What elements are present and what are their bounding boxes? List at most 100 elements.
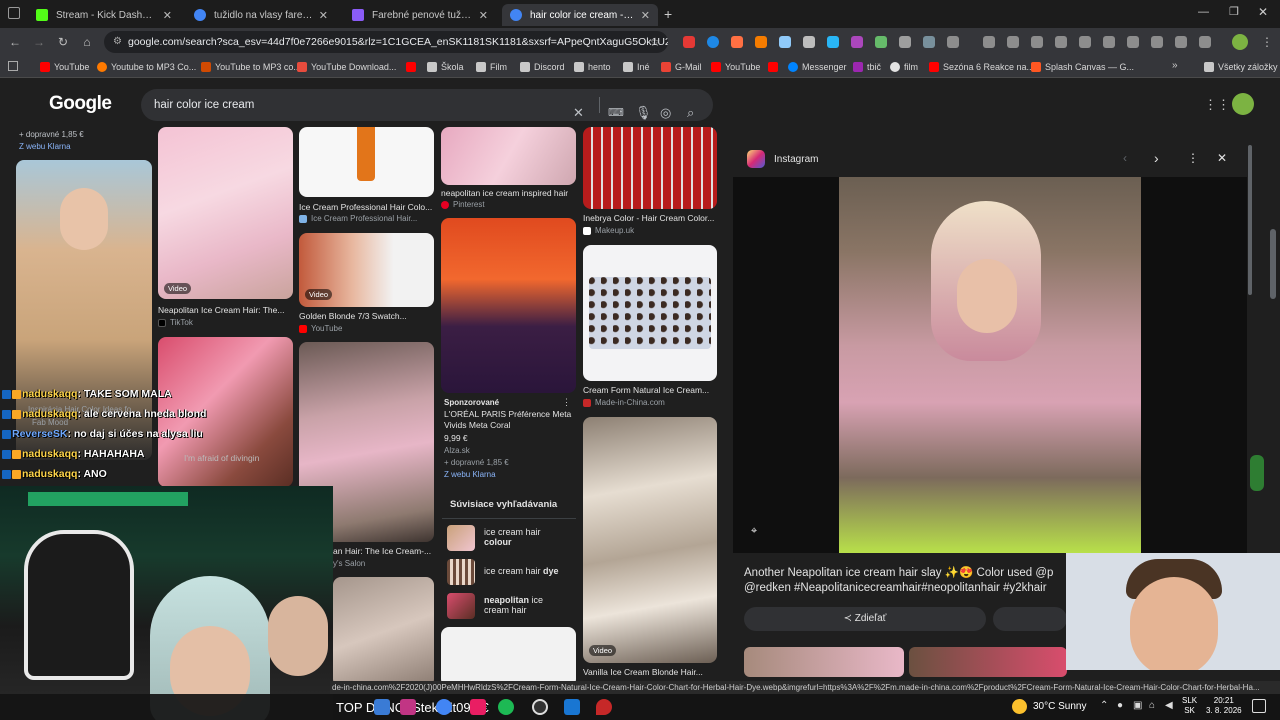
close-window-button[interactable]: ✕ [1258, 5, 1268, 19]
result-image[interactable] [158, 127, 293, 299]
bookmark-star-icon[interactable]: ☆ [646, 33, 664, 51]
keyboard-icon[interactable]: ⌨ [608, 97, 624, 129]
klarna-link[interactable]: Z webu Klarna [19, 142, 71, 151]
tray-icon[interactable]: ▣ [1133, 700, 1142, 711]
extension-icon[interactable] [899, 36, 911, 48]
result-image[interactable] [441, 127, 576, 185]
result-title[interactable]: Vanilla Ice Cream Blonde Hair... [583, 667, 717, 677]
close-icon[interactable]: ✕ [163, 9, 172, 22]
apps-grid-icon[interactable] [8, 61, 18, 71]
chrome-icon[interactable] [436, 699, 452, 715]
result-image[interactable] [441, 218, 576, 393]
page-scrollbar[interactable] [1270, 229, 1276, 299]
extension-icon[interactable] [851, 36, 863, 48]
search-icon[interactable]: ⌕ [687, 97, 694, 129]
folder-discord[interactable]: Discord [520, 59, 565, 75]
related-image[interactable] [744, 647, 904, 677]
tab-active-search[interactable]: hair color ice cream - Hľadať Go ✕ [502, 4, 658, 26]
taskbar-app-icon[interactable] [374, 699, 390, 715]
lens-icon[interactable]: ◎ [660, 97, 671, 129]
all-bookmarks-folder[interactable]: Všetky záložky [1204, 59, 1278, 75]
result-title[interactable]: neapolitan ice cream inspired hair [441, 188, 576, 198]
tab-venita[interactable]: Farebné penové tužidlo Venita ✕ [344, 4, 496, 26]
tab-search-icon[interactable] [8, 7, 20, 19]
chevron-left-icon[interactable]: ‹ [1123, 151, 1127, 165]
result-image[interactable] [299, 127, 434, 197]
back-icon[interactable]: ← [6, 33, 24, 51]
clear-icon[interactable]: ✕ [573, 97, 584, 129]
extension-icon[interactable] [1175, 36, 1187, 48]
bookmark-film[interactable]: film [890, 59, 918, 75]
forward-icon[interactable]: → [30, 33, 48, 51]
related-image[interactable] [909, 647, 1067, 677]
profile-avatar[interactable] [1232, 34, 1248, 50]
close-icon[interactable]: ✕ [641, 9, 650, 22]
reload-icon[interactable]: ↻ [54, 33, 72, 51]
bookmark-yt-download[interactable]: YouTube Download... [297, 59, 396, 75]
panel-source[interactable]: Instagram [774, 154, 818, 165]
chevron-right-icon[interactable]: › [1154, 150, 1159, 166]
folder-skola[interactable]: Škola [427, 59, 464, 75]
result-title[interactable]: Golden Blonde 7/3 Swatch... [299, 311, 434, 321]
folder-ine[interactable]: Iné [623, 59, 650, 75]
language-indicator[interactable]: SLK SK [1182, 696, 1197, 716]
taskbar-app-icon[interactable] [596, 699, 612, 715]
bookmark-gmail[interactable]: G-Mail [661, 59, 702, 75]
taskbar-app-icon[interactable] [400, 699, 416, 715]
search-input[interactable]: hair color ice cream ✕ ⌨ 🎙 ◎ ⌕ [141, 89, 713, 121]
extension-icon[interactable] [1079, 36, 1091, 48]
result-title[interactable]: Cream Form Natural Ice Cream... [583, 385, 717, 395]
bookmark-youtube[interactable]: YouTube [40, 59, 89, 75]
account-avatar[interactable] [1232, 93, 1254, 115]
bookmark-red-2[interactable] [768, 59, 782, 75]
more-options-icon[interactable]: ⋮ [1187, 151, 1199, 165]
site-info-icon[interactable]: ⚙ [113, 31, 122, 53]
microphone-icon[interactable]: 🎙 [635, 97, 652, 129]
extension-icon[interactable] [923, 36, 935, 48]
address-bar[interactable]: ⚙ google.com/search?sca_esv=44d7f0e7266e… [104, 31, 668, 53]
result-image[interactable] [333, 577, 434, 687]
obs-icon[interactable] [532, 699, 548, 715]
folder-hento[interactable]: hento [574, 59, 611, 75]
apps-icon[interactable]: ⋮⋮ [1204, 97, 1230, 113]
extensions-puzzle-icon[interactable] [947, 36, 959, 48]
bookmark-sezona[interactable]: Sezóna 6 Reakce na... [929, 59, 1034, 75]
bookmark-yt-mp3-2[interactable]: YouTube to MP3 co... [201, 59, 301, 75]
weather-text[interactable]: 30°C Sunny [1033, 701, 1086, 712]
volume-icon[interactable]: ◀ [1165, 700, 1173, 711]
tab-search-1[interactable]: tužidlo na vlasy farebne - Hľadať ✕ [186, 4, 336, 26]
folder-film[interactable]: Film [476, 59, 507, 75]
klarna-link[interactable]: Z webu Klarna [444, 470, 496, 479]
network-icon[interactable]: ⌂ [1149, 700, 1155, 711]
result-title[interactable]: an Hair: The Ice Cream-... [333, 546, 433, 556]
maximize-button[interactable]: ❐ [1229, 5, 1239, 18]
bookmark-tbic[interactable]: tbič [853, 59, 881, 75]
extension-icon[interactable] [827, 36, 839, 48]
chevron-right-icon[interactable]: » [1172, 60, 1178, 71]
extension-icon[interactable] [731, 36, 743, 48]
close-icon[interactable]: ✕ [1217, 151, 1227, 165]
related-item[interactable]: ice cream hair colour [446, 523, 576, 553]
taskbar-app-icon[interactable] [564, 699, 580, 715]
new-tab-button[interactable]: + [664, 6, 672, 22]
close-icon[interactable]: ✕ [479, 9, 488, 22]
bookmark-splash[interactable]: Splash Canvas — G... [1031, 59, 1134, 75]
google-logo[interactable]: Google [49, 93, 112, 115]
bookmark-red[interactable] [406, 59, 420, 75]
extension-icon[interactable] [1007, 36, 1019, 48]
bookmark-youtube-2[interactable]: YouTube [711, 59, 760, 75]
clock[interactable]: 20:21 3. 8. 2026 [1206, 696, 1242, 716]
related-item[interactable]: neapolitan ice cream hair [446, 591, 576, 621]
translate-icon[interactable] [1151, 36, 1163, 48]
tab-kick[interactable]: Stream - Kick Dashboard ✕ [28, 4, 180, 26]
extension-icon[interactable] [779, 36, 791, 48]
extension-icon[interactable] [803, 36, 815, 48]
result-title[interactable]: Ice Cream Professional Hair Colo... [299, 202, 434, 212]
result-title[interactable]: Inebrya Color - Hair Cream Color... [583, 213, 717, 223]
result-image[interactable] [441, 627, 576, 687]
preview-image[interactable] [839, 177, 1141, 553]
share-button[interactable]: ≺ Zdieľať [744, 607, 986, 631]
minimize-button[interactable]: — [1198, 6, 1209, 18]
link-icon[interactable] [1031, 36, 1043, 48]
more-options-icon[interactable]: ⋮ [562, 397, 571, 408]
